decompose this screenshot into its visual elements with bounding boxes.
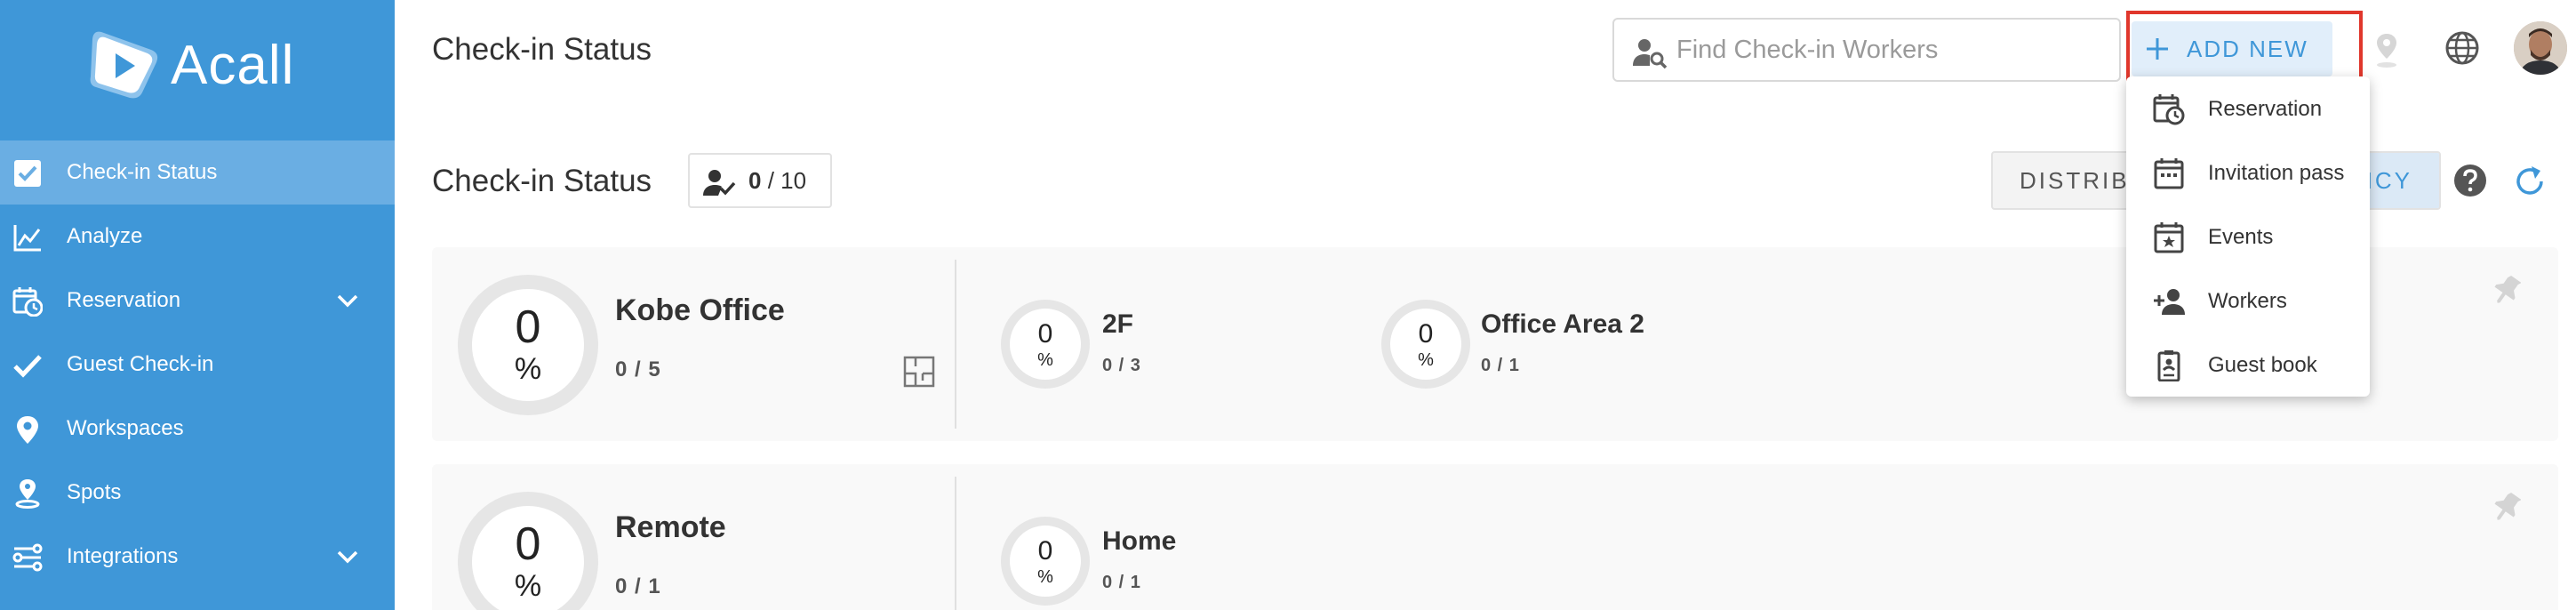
logo-icon <box>90 31 158 99</box>
floor-plan-icon[interactable] <box>903 356 935 388</box>
menu-item-label: Events <box>2208 225 2274 249</box>
site-name: Kobe Office <box>615 293 785 327</box>
calendar-star-icon <box>2154 222 2184 253</box>
page-title: Check-in Status <box>432 32 652 67</box>
menu-item-workers[interactable]: Workers <box>2126 269 2370 333</box>
menu-item-label: Guest book <box>2208 353 2317 377</box>
calendar-icon <box>2154 158 2184 189</box>
sidebar-item-workspaces[interactable]: Workspaces <box>0 397 395 461</box>
percent-sign: % <box>1037 350 1053 370</box>
globe-icon[interactable] <box>2444 30 2480 66</box>
line-chart-icon <box>13 225 41 252</box>
add-new-button[interactable]: ADD NEW <box>2132 21 2332 76</box>
site-card-remote[interactable]: 0 % Remote 0 / 1 0 % Home 0 / 1 <box>432 464 2558 610</box>
chevron-down-icon[interactable] <box>334 548 361 566</box>
area-count: 0 / 3 <box>1102 356 1141 375</box>
sidebar-item-integrations[interactable]: Integrations <box>0 525 395 589</box>
logo-text: Acall <box>171 34 295 96</box>
site-percent: 0 <box>515 518 541 570</box>
sidebar: Acall Check-in Status Analyze Reservatio… <box>0 0 395 610</box>
site-percent: 0 <box>515 301 541 353</box>
checked-in-count-badge: 0 / 10 <box>688 153 832 208</box>
chevron-down-icon[interactable] <box>334 292 361 309</box>
menu-item-label: Reservation <box>2208 97 2323 121</box>
area-percent: 0 <box>1037 319 1053 349</box>
sidebar-item-spots[interactable]: Spots <box>0 461 395 525</box>
checked-in-count: 0 / 10 <box>748 167 806 195</box>
location-pin-icon[interactable] <box>2373 32 2400 69</box>
sidebar-item-label: Integrations <box>67 544 179 568</box>
area-count: 0 / 1 <box>1481 356 1520 375</box>
spot-pin-icon <box>15 479 40 509</box>
site-count: 0 / 5 <box>615 357 661 381</box>
sidebar-item-reservation[interactable]: Reservation <box>0 269 395 333</box>
sidebar-item-guest-check-in[interactable]: Guest Check-in <box>0 333 395 397</box>
app-logo[interactable]: Acall <box>85 25 294 105</box>
card-divider <box>955 477 956 610</box>
percent-sign: % <box>514 352 542 386</box>
sidebar-item-analyze[interactable]: Analyze <box>0 205 395 269</box>
checkbox-icon <box>14 160 41 187</box>
checked-in-value: 0 <box>748 166 762 194</box>
area-name: 2F <box>1102 309 1134 339</box>
person-search-icon <box>1633 39 1668 69</box>
menu-item-label: Invitation pass <box>2208 161 2345 185</box>
percent-sign: % <box>1418 350 1434 370</box>
add-person-icon <box>2154 289 2185 315</box>
sidebar-item-label: Spots <box>67 480 122 504</box>
area-percent: 0 <box>1418 319 1434 349</box>
sidebar-item-label: Reservation <box>67 288 181 312</box>
sidebar-item-label: Guest Check-in <box>67 352 214 376</box>
calendar-clock-icon <box>12 287 43 317</box>
user-avatar-icon <box>2514 21 2567 75</box>
menu-item-reservation[interactable]: Reservation <box>2126 77 2370 141</box>
percent-sign: % <box>514 569 542 603</box>
plus-icon <box>2147 38 2168 60</box>
percent-sign: % <box>1037 567 1053 587</box>
card-divider <box>955 260 956 429</box>
total-value: / 10 <box>767 166 807 194</box>
search-input[interactable] <box>1676 20 2103 80</box>
area-count: 0 / 1 <box>1102 573 1141 592</box>
site-name: Remote <box>615 510 726 544</box>
integrations-icon <box>12 543 43 572</box>
menu-item-events[interactable]: Events <box>2126 205 2370 269</box>
menu-item-invitation-pass[interactable]: Invitation pass <box>2126 141 2370 205</box>
sidebar-item-label: Check-in Status <box>67 160 218 184</box>
check-icon <box>13 355 42 378</box>
area-name: Office Area 2 <box>1481 309 1644 339</box>
add-new-menu: Reservation Invitation pass Events Worke… <box>2126 76 2370 397</box>
sidebar-item-check-in-status[interactable]: Check-in Status <box>0 140 395 205</box>
person-check-icon <box>703 170 736 196</box>
area-name: Home <box>1102 526 1177 556</box>
pin-icon[interactable] <box>2492 274 2521 306</box>
area-percent: 0 <box>1037 536 1053 566</box>
refresh-icon[interactable] <box>2512 164 2548 199</box>
help-icon[interactable] <box>2453 164 2487 197</box>
sidebar-nav: Check-in Status Analyze Reservation Gues… <box>0 140 395 589</box>
status-title: Check-in Status <box>432 164 652 198</box>
location-pin-icon <box>17 416 38 444</box>
sidebar-item-label: Workspaces <box>67 416 184 440</box>
search-box <box>1612 18 2121 82</box>
avatar[interactable] <box>2514 21 2567 75</box>
sidebar-item-label: Analyze <box>67 224 143 248</box>
menu-item-guest-book[interactable]: Guest book <box>2126 333 2370 397</box>
guest-book-icon <box>2157 350 2180 381</box>
calendar-clock-icon <box>2153 94 2185 125</box>
menu-item-label: Workers <box>2208 289 2287 313</box>
pin-icon[interactable] <box>2492 491 2521 523</box>
add-new-label: ADD NEW <box>2187 35 2308 62</box>
site-count: 0 / 1 <box>615 574 661 598</box>
